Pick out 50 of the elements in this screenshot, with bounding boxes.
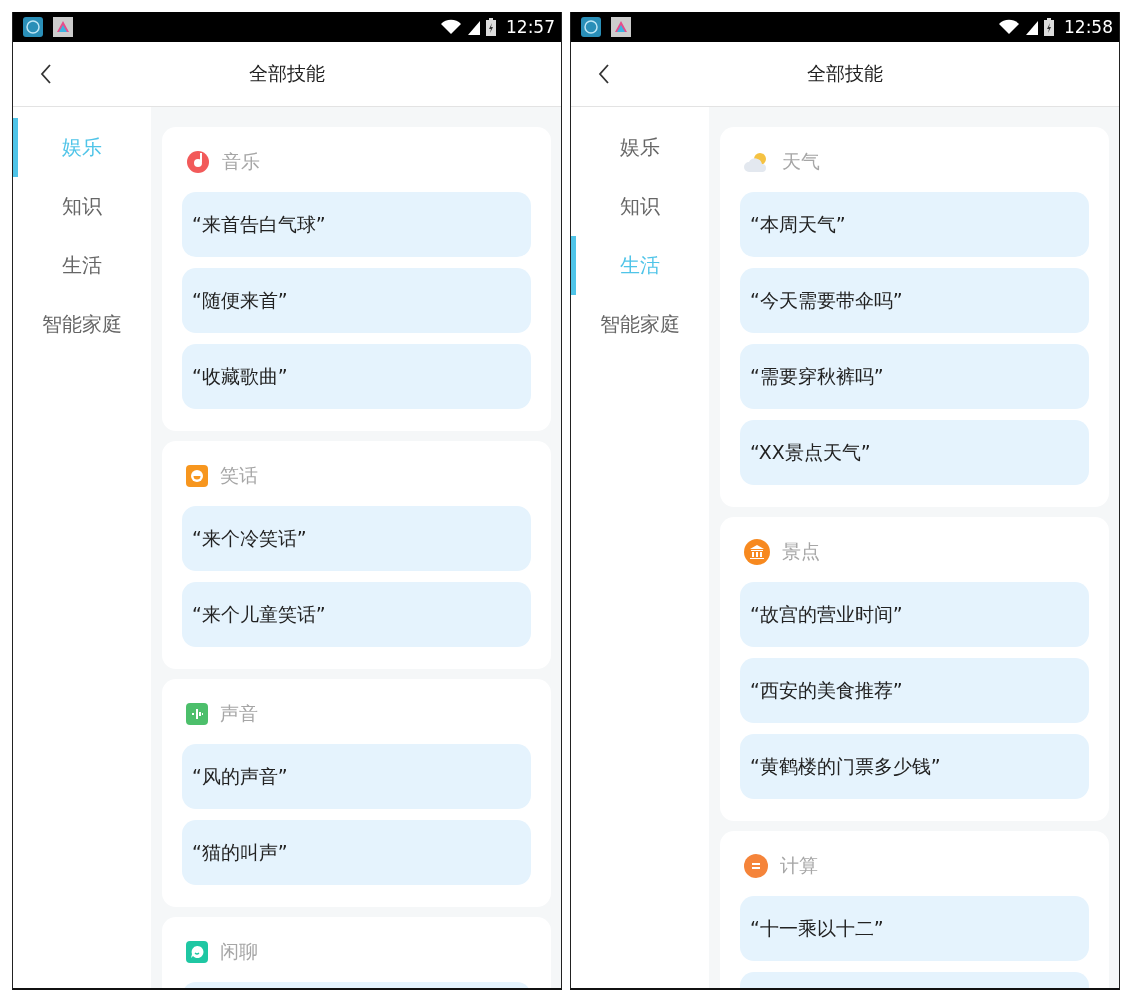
skill-title: 笑话 [220,463,258,488]
status-time: 12:58 [1064,17,1113,37]
example-phrase[interactable]: “本周天气” [740,192,1089,257]
example-phrase[interactable]: “随便来首” [182,268,531,333]
battery-icon [486,18,496,36]
example-phrase[interactable]: “十一乘以十二” [740,896,1089,961]
skill-title: 音乐 [222,149,260,174]
app-notification-icon [23,17,43,37]
example-phrase[interactable]: “XX景点天气” [740,420,1089,485]
skill-title: 闲聊 [220,939,258,964]
category-tab[interactable]: 智能家庭 [571,295,709,354]
signal-icon [1026,19,1038,35]
disc-icon [186,150,210,174]
app-notification-icon [581,17,601,37]
wifi-icon [998,19,1020,35]
wifi-icon [440,19,462,35]
example-phrase[interactable]: “西安的美食推荐” [740,658,1089,723]
page-title: 全部技能 [807,61,883,86]
skill-title: 计算 [780,853,818,878]
status-time: 12:57 [506,17,555,37]
signal-icon [468,19,480,35]
app-notification-icon [611,17,631,37]
category-tab[interactable]: 知识 [571,177,709,236]
example-phrase[interactable]: “故宫的营业时间” [740,582,1089,647]
equals-icon [744,854,768,878]
smile-icon [186,465,208,487]
example-phrase[interactable]: “来首告白气球” [182,192,531,257]
skill-title: 天气 [782,149,820,174]
skill-title: 景点 [782,539,820,564]
category-tab[interactable]: 知识 [13,177,151,236]
sound-wave-icon [186,703,208,725]
skill-title: 声音 [220,701,258,726]
example-phrase[interactable]: “风的声音” [182,744,531,809]
back-icon[interactable] [39,63,53,85]
example-phrase[interactable]: “需要穿秋裤吗” [740,344,1089,409]
page-title: 全部技能 [249,61,325,86]
category-tab[interactable]: 娱乐 [571,118,709,177]
example-phrase[interactable]: “来个冷笑话” [182,506,531,571]
example-phrase[interactable]: “黄鹤楼的门票多少钱” [740,734,1089,799]
landmark-icon [744,539,770,565]
chat-bubble-icon [186,941,208,963]
app-notification-icon [53,17,73,37]
example-phrase[interactable]: “猫的叫声” [182,820,531,885]
battery-icon [1044,18,1054,36]
example-phrase[interactable]: “今天需要带伞吗” [740,268,1089,333]
example-phrase[interactable]: “来个儿童笑话” [182,582,531,647]
category-tab[interactable]: 智能家庭 [13,295,151,354]
back-icon[interactable] [597,63,611,85]
category-tab[interactable]: 生活 [13,236,151,295]
example-phrase[interactable]: “收藏歌曲” [182,344,531,409]
